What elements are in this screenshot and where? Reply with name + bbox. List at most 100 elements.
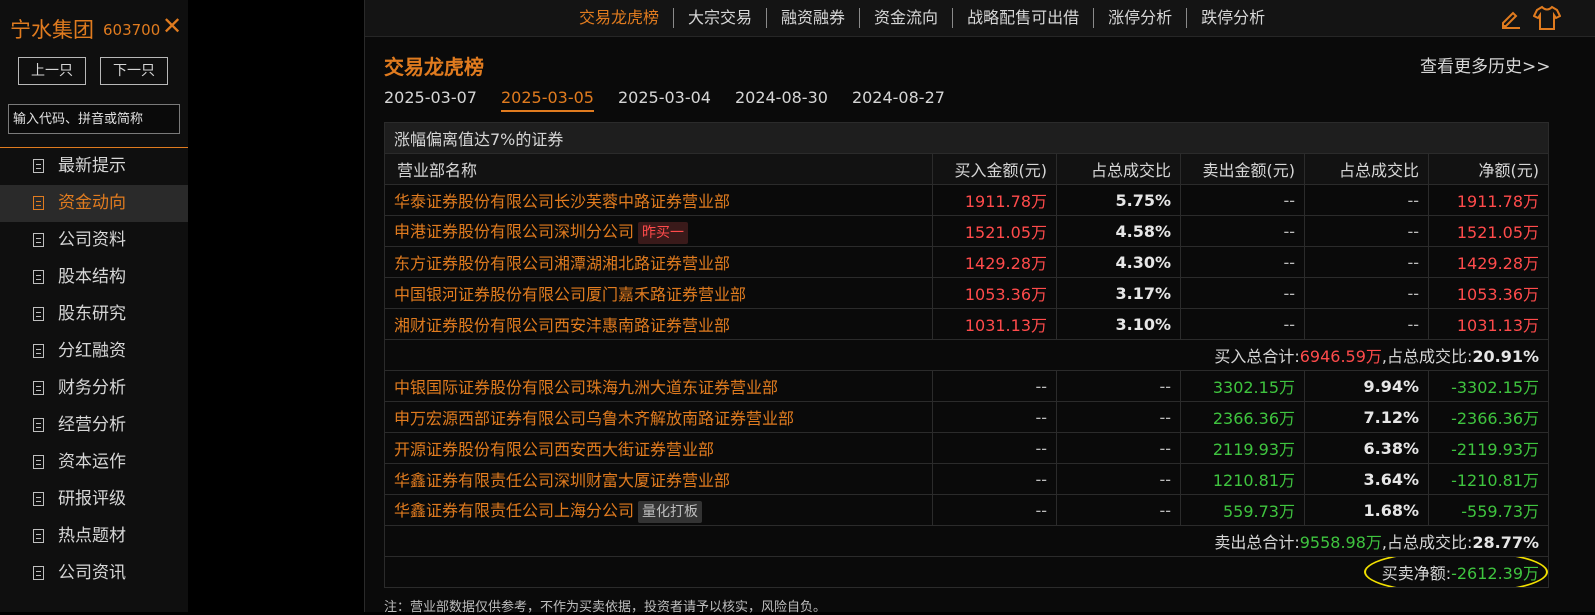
table-row[interactable]: 申万宏源西部证券有限公司乌鲁木齐解放南路证券营业部 -- -- 2366.36万 7.1… (384, 401, 1550, 433)
branch-name[interactable]: 申港证券股份有限公司深圳分公司 (394, 222, 634, 241)
branch-name[interactable]: 华泰证券股份有限公司长沙芙蓉中路证券营业部 (394, 192, 730, 211)
stock-search-input[interactable] (8, 104, 180, 134)
buy-pct-cell: -- (1056, 432, 1181, 464)
branch-name[interactable]: 开源证券股份有限公司西安西大街证券营业部 (394, 440, 714, 459)
buy-amount-cell: 1031.13万 (932, 308, 1057, 340)
sidebar-item[interactable]: 公司资讯 (0, 555, 188, 592)
date-tab[interactable]: 2025-03-05 (500, 88, 594, 112)
table-row[interactable]: 中银国际证券股份有限公司珠海九洲大道东证券营业部 -- -- 3302.15万 9.94… (384, 370, 1550, 402)
net-amount-cell: 1911.78万 (1427, 184, 1550, 216)
sidebar-item[interactable]: 公司资料 (0, 222, 188, 259)
table-row[interactable]: 湘财证券股份有限公司西安沣惠南路证券营业部 1031.13万 3.10% -- -- 10… (384, 308, 1550, 340)
prev-stock-button[interactable]: 上一只 (18, 57, 86, 85)
branch-name[interactable]: 华鑫证券有限责任公司上海分公司 (394, 501, 634, 520)
top-tab[interactable]: 跌停分析 (1187, 8, 1279, 28)
date-tab[interactable]: 2024-08-27 (852, 88, 945, 112)
sidebar-item-label: 热点题材 (58, 526, 126, 546)
sidebar-item[interactable]: 研报评级 (0, 481, 188, 518)
table-row[interactable]: 华鑫证券有限责任公司深圳财富大厦证券营业部 -- -- 1210.81万 3.64% -1… (384, 463, 1550, 495)
buy-pct-cell: -- (1056, 370, 1181, 402)
sidebar-item[interactable]: 资金动向 (0, 185, 188, 222)
total-pct-label: ,占总成交比: (1381, 533, 1473, 552)
date-tab[interactable]: 2025-03-07 (384, 88, 477, 112)
sell-pct-cell: -- (1304, 215, 1429, 247)
buy-total-row-cell: 买入总合计:6946.59万,占总成交比:20.91% (383, 339, 1550, 371)
table-row[interactable]: 东方证券股份有限公司湘潭湖湘北路证券营业部 1429.28万 4.30% -- -- 14… (384, 246, 1550, 278)
column-header: 买入金额(元) (932, 153, 1057, 185)
sidebar-item[interactable]: 分红融资 (0, 333, 188, 370)
top-tab[interactable]: 涨停分析 (1094, 8, 1188, 28)
stock-code: 603700 (103, 21, 161, 39)
table-row[interactable]: 华泰证券股份有限公司长沙芙蓉中路证券营业部 1911.78万 5.75% -- -- 19… (384, 184, 1550, 216)
sell-pct-cell: 6.38% (1304, 432, 1429, 464)
net-amount-cell: -1210.81万 (1427, 463, 1550, 495)
branch-name[interactable]: 申万宏源西部证券有限公司乌鲁木齐解放南路证券营业部 (394, 409, 794, 428)
sell-pct-cell: -- (1304, 277, 1429, 309)
date-tab[interactable]: 2025-03-04 (618, 88, 711, 112)
net-highlight: 买卖净额:-2612.39万 (1363, 557, 1548, 587)
top-tab[interactable]: 战略配售可出借 (953, 8, 1095, 28)
buy-amount-cell: -- (932, 494, 1057, 526)
table-row[interactable]: 华鑫证券有限责任公司上海分公司 量化打板 -- -- 559.73万 1.68% -559.… (384, 494, 1550, 526)
edit-icon[interactable] (1499, 6, 1523, 30)
total-amount: 9558.98万 (1299, 533, 1382, 552)
branch-name[interactable]: 中银国际证券股份有限公司珠海九洲大道东证券营业部 (394, 378, 778, 397)
top-tab[interactable]: 交易龙虎榜 (565, 8, 675, 28)
buy-amount-cell: -- (932, 370, 1057, 402)
net-amount-cell: 1521.05万 (1427, 215, 1550, 247)
branch-name[interactable]: 湘财证券股份有限公司西安沣惠南路证券营业部 (394, 316, 730, 335)
column-header: 占总成交比 (1304, 153, 1429, 185)
next-stock-button[interactable]: 下一只 (100, 57, 168, 85)
sidebar-item[interactable]: 经营分析 (0, 407, 188, 444)
sidebar-item[interactable]: 财务分析 (0, 370, 188, 407)
document-icon (33, 344, 44, 358)
branch-name[interactable]: 东方证券股份有限公司湘潭湖湘北路证券营业部 (394, 254, 730, 273)
close-icon[interactable]: ✕ (162, 11, 182, 41)
document-icon (33, 307, 44, 321)
document-icon (33, 566, 44, 580)
buy-pct-cell: 4.30% (1056, 246, 1181, 278)
document-icon (33, 196, 44, 210)
date-tab[interactable]: 2024-08-30 (735, 88, 828, 112)
total-label: 卖出总合计: (1214, 533, 1300, 552)
sell-pct-cell: -- (1304, 184, 1429, 216)
top-tab[interactable]: 融资融券 (767, 8, 861, 28)
branch-name[interactable]: 中国银河证券股份有限公司厦门嘉禾路证券营业部 (394, 285, 746, 304)
sell-amount-cell: -- (1180, 308, 1305, 340)
column-header: 净额(元) (1427, 153, 1550, 185)
branch-name-cell: 开源证券股份有限公司西安西大街证券营业部 (384, 432, 933, 464)
buy-amount-cell: -- (932, 463, 1057, 495)
branch-name[interactable]: 华鑫证券有限责任公司深圳财富大厦证券营业部 (394, 471, 730, 490)
sell-amount-cell: 1210.81万 (1180, 463, 1305, 495)
sell-pct-cell: -- (1304, 246, 1429, 278)
sell-amount-cell: 3302.15万 (1180, 370, 1305, 402)
sidebar-item[interactable]: 股本结构 (0, 259, 188, 296)
buy-amount-cell: 1429.28万 (932, 246, 1057, 278)
document-icon (33, 381, 44, 395)
total-label: 买入总合计: (1214, 347, 1300, 366)
branch-name-cell: 中国银河证券股份有限公司厦门嘉禾路证券营业部 (384, 277, 933, 309)
top-tab[interactable]: 资金流向 (860, 8, 954, 28)
stock-name: 宁水集团 (10, 18, 94, 42)
sell-amount-cell: 2366.36万 (1180, 401, 1305, 433)
document-icon (33, 455, 44, 469)
top-nav: 交易龙虎榜 大宗交易 融资融券 资金流向 战略配售可出借 涨停分析 跌停分析 (365, 0, 1595, 37)
sidebar-item[interactable]: 股东研究 (0, 296, 188, 333)
skin-theme-icon[interactable] (1533, 5, 1561, 31)
sidebar-item[interactable]: 热点题材 (0, 518, 188, 555)
sell-total-row: 卖出总合计:9558.98万,占总成交比:28.77% (383, 525, 1550, 557)
stock-header: 宁水集团 603700 ✕ (10, 10, 182, 44)
table-row[interactable]: 中国银河证券股份有限公司厦门嘉禾路证券营业部 1053.36万 3.17% -- -- 1… (384, 277, 1550, 309)
more-history-link[interactable]: 查看更多历史>> (1420, 52, 1551, 77)
sidebar-item-label: 公司资料 (58, 230, 126, 250)
table-row[interactable]: 申港证券股份有限公司深圳分公司 昨买一 1521.05万 4.58% -- -- 1521.… (384, 215, 1550, 247)
table-row[interactable]: 开源证券股份有限公司西安西大街证券营业部 -- -- 2119.93万 6.38% -21… (384, 432, 1550, 464)
buy-amount-cell: 1911.78万 (932, 184, 1057, 216)
sidebar-item-label: 财务分析 (58, 378, 126, 398)
sidebar-item[interactable]: 资本运作 (0, 444, 188, 481)
total-amount: 6946.59万 (1299, 347, 1382, 366)
sidebar-item[interactable]: 最新提示 (0, 148, 188, 185)
table-caption: 涨幅偏离值达7%的证券 (383, 122, 1550, 154)
top-tab[interactable]: 大宗交易 (674, 8, 768, 28)
sell-pct-cell: 7.12% (1304, 401, 1429, 433)
